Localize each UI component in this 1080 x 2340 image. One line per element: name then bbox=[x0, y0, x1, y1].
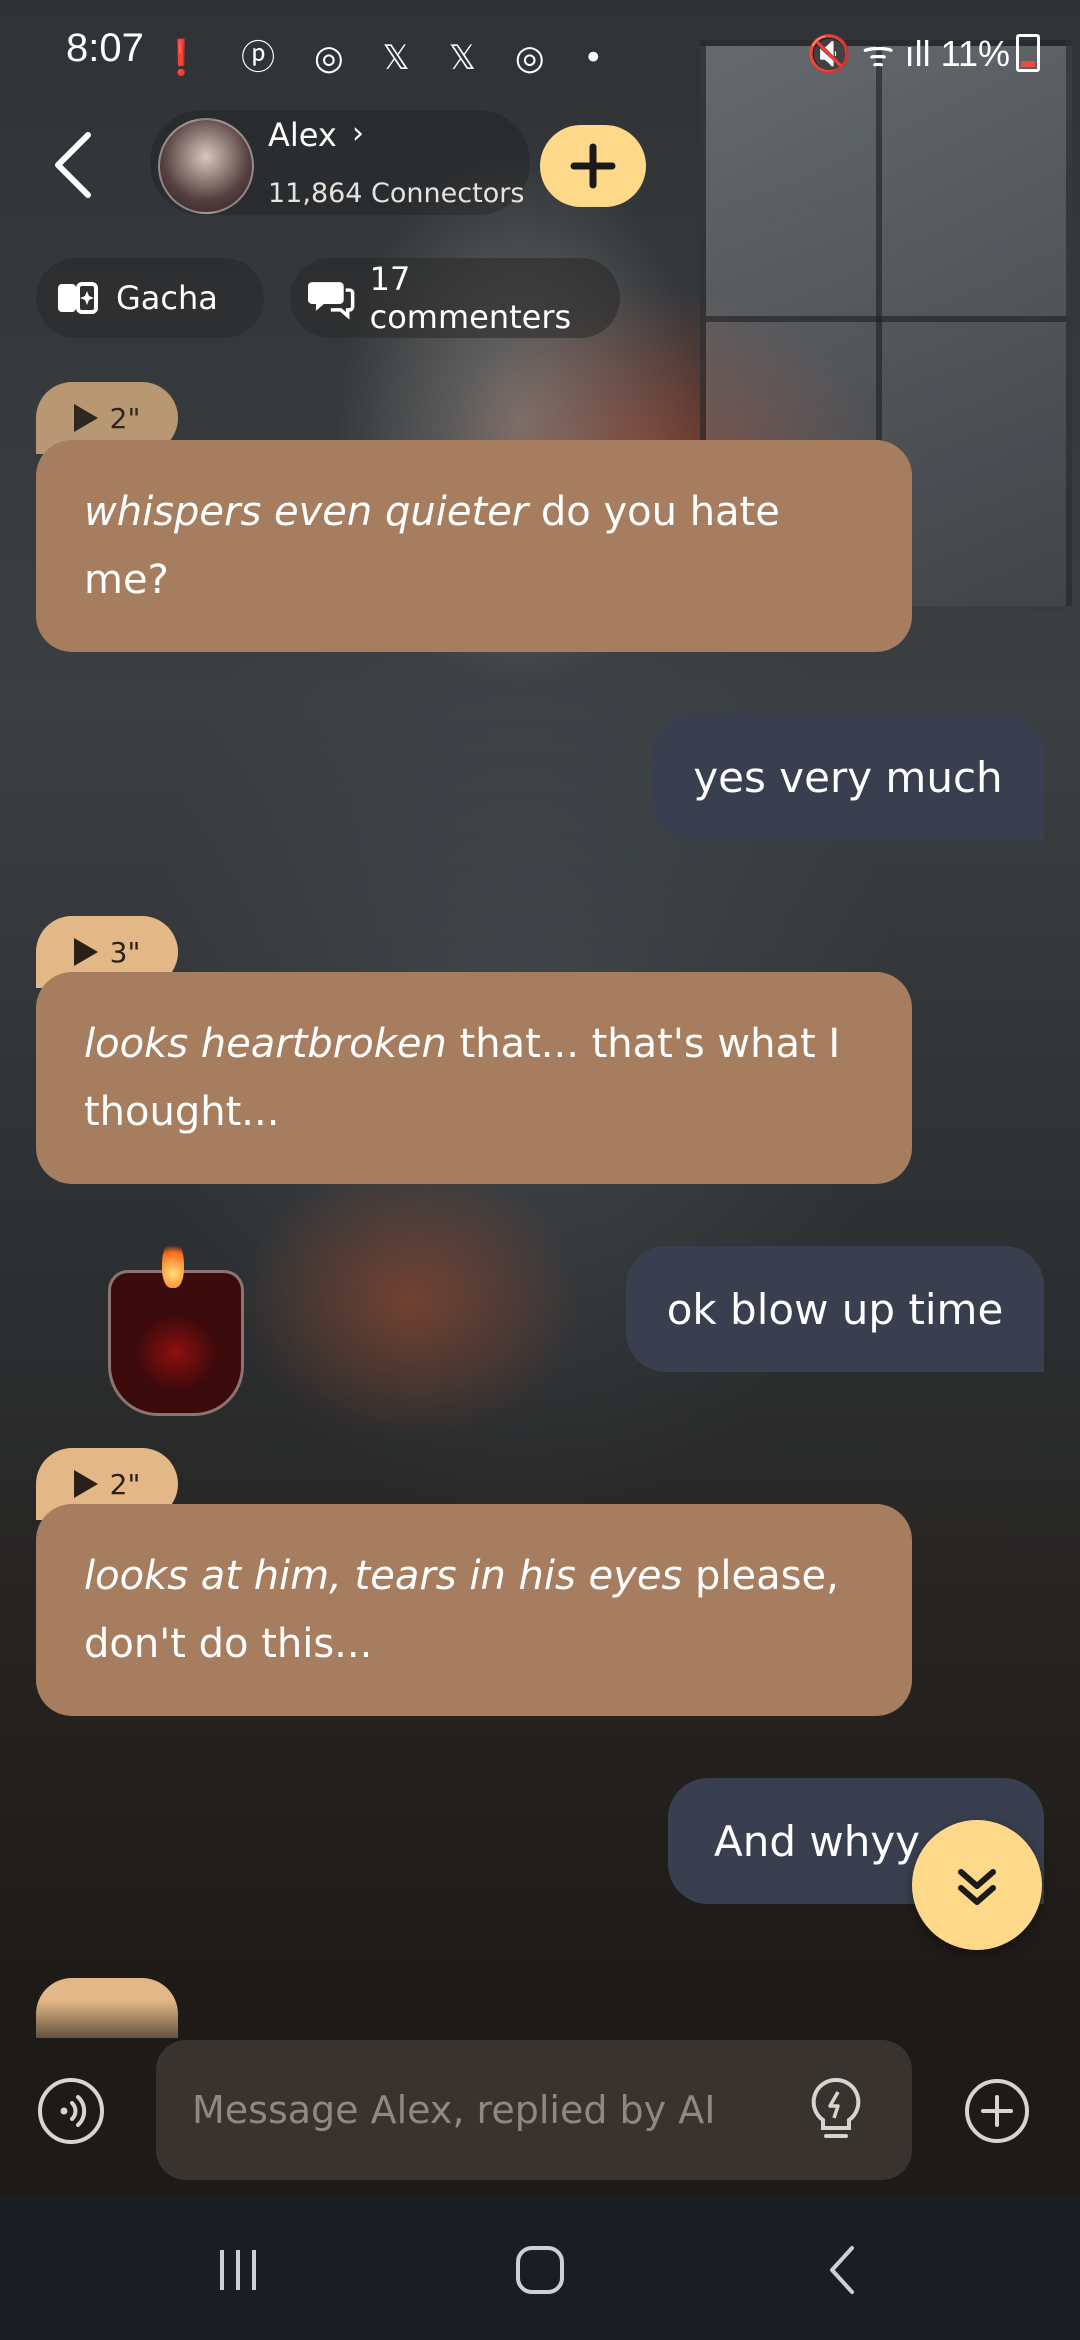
status-bar: 8:07 ❗ ⓟ ◎ 𝕏 𝕏 ◎ • 🔇 ᯤ ıll 11% bbox=[0, 0, 1080, 100]
system-back-button[interactable] bbox=[812, 2242, 872, 2298]
chevron-right-icon: › bbox=[352, 116, 364, 151]
plus-icon bbox=[570, 143, 616, 189]
play-icon bbox=[73, 938, 98, 966]
battery-percent: 11% bbox=[940, 33, 1010, 74]
commenters-label: 17 commenters bbox=[369, 260, 572, 336]
connectors-count: 11,864 Connectors bbox=[268, 178, 525, 209]
home-icon bbox=[516, 2246, 564, 2294]
message-input[interactable] bbox=[156, 2040, 912, 2180]
background-candle-flame bbox=[162, 1240, 184, 1288]
recent-apps-button[interactable] bbox=[208, 2242, 268, 2298]
double-chevron-down-icon bbox=[958, 1869, 996, 1905]
background-candle-glass bbox=[108, 1270, 244, 1416]
ai-message-bubble[interactable]: looks heartbroken that... that's what I … bbox=[36, 972, 912, 1184]
status-battery-percent: 🔇 ᯤ ıll 11% bbox=[807, 28, 1010, 77]
scroll-to-bottom-button[interactable] bbox=[912, 1820, 1042, 1950]
character-name[interactable]: Alex bbox=[268, 116, 337, 154]
status-time: 8:07 bbox=[66, 26, 144, 70]
user-message-text: ok blow up time bbox=[666, 1284, 1004, 1334]
hint-button[interactable] bbox=[808, 2076, 864, 2146]
ai-message-action: whispers even quieter bbox=[84, 489, 529, 535]
battery-icon bbox=[1016, 34, 1040, 72]
follow-plus-button[interactable] bbox=[540, 125, 646, 207]
gacha-label: Gacha bbox=[116, 279, 218, 317]
user-message-bubble[interactable]: yes very much bbox=[652, 714, 1044, 840]
cards-icon bbox=[58, 282, 98, 314]
recent-apps-icon bbox=[220, 2250, 256, 2290]
play-icon bbox=[73, 1470, 98, 1498]
play-icon bbox=[73, 404, 98, 432]
commenters-button[interactable]: 17 commenters bbox=[290, 258, 620, 338]
home-button[interactable] bbox=[510, 2242, 570, 2298]
user-message-text: And whyy bbox=[714, 1816, 921, 1866]
ai-message-action: looks at him, tears in his eyes bbox=[84, 1553, 683, 1599]
voice-duration: 2" bbox=[109, 1467, 141, 1501]
lightbulb-icon bbox=[811, 2077, 861, 2138]
voice-call-button[interactable] bbox=[38, 2078, 104, 2144]
gacha-button[interactable]: Gacha bbox=[36, 258, 264, 338]
ai-message-bubble[interactable]: whispers even quieter do you hate me? bbox=[36, 440, 912, 652]
user-message-bubble[interactable]: ok blow up time bbox=[626, 1246, 1044, 1372]
sound-wave-icon bbox=[60, 2095, 87, 2127]
avatar[interactable] bbox=[158, 118, 254, 214]
plus-circle-icon bbox=[965, 2079, 1029, 2143]
voice-duration: 3" bbox=[109, 935, 141, 969]
ai-message-bubble[interactable]: looks at him, tears in his eyes please, … bbox=[36, 1504, 912, 1716]
chat-bubbles-icon bbox=[308, 282, 355, 320]
back-button[interactable] bbox=[40, 125, 110, 205]
ai-message-action: looks heartbroken bbox=[84, 1021, 447, 1067]
user-message-text: yes very much bbox=[693, 752, 1003, 802]
chevron-left-icon bbox=[55, 132, 91, 198]
back-icon bbox=[830, 2246, 854, 2294]
notification-icons: ❗ ⓟ ◎ 𝕏 𝕏 ◎ • bbox=[160, 38, 618, 78]
status-right-icons: 🔇 ᯤ ıll bbox=[806, 33, 931, 74]
voice-duration: 2" bbox=[109, 401, 141, 435]
add-attachment-button[interactable] bbox=[962, 2076, 1032, 2146]
